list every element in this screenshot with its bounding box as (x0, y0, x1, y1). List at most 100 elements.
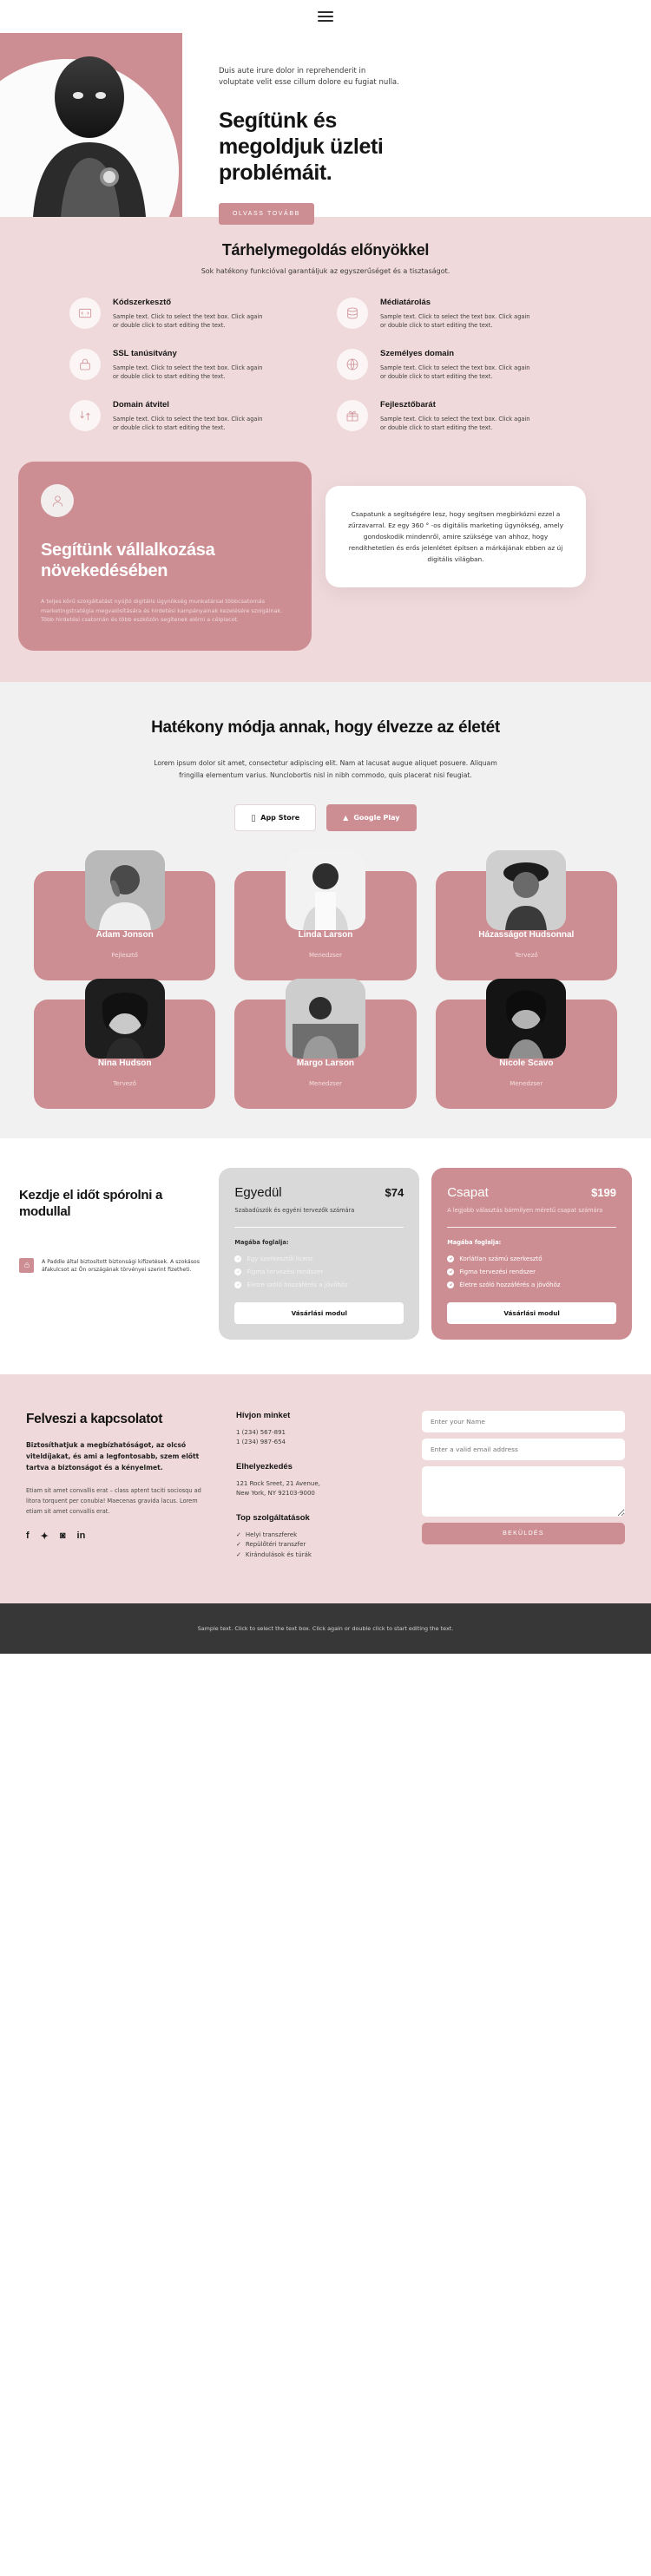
plan-divider (447, 1226, 616, 1228)
team-member-card[interactable]: Nicole Scavo Menedzser (435, 978, 617, 1109)
hero-section: Duis aute irure dolor in reprehenderit i… (0, 33, 651, 225)
service-label: Kirándulások és túrák (245, 1550, 312, 1558)
check-icon (234, 1268, 242, 1275)
hero-image-panel (0, 33, 182, 217)
feature-item[interactable]: SSL tanúsítvány Sample text. Click to se… (69, 349, 314, 381)
plan-description: Szabadúszók és egyéni tervezők számára (234, 1206, 355, 1214)
service-label: Repülőtéri transzfer (245, 1541, 306, 1548)
submit-button[interactable]: BEKÜLDÉS (422, 1522, 625, 1544)
team-member-name: Nicole Scavo (499, 1058, 554, 1068)
feature-title: Fejlesztőbarát (380, 400, 436, 410)
pricing-note-text: A Paddle által biztosított biztonsági ki… (42, 1258, 200, 1274)
feature-body: Sample text. Click to select the text bo… (113, 313, 263, 329)
contact-details-column: Hívjon minket 1 (234) 567-891 1 (234) 98… (236, 1411, 401, 1575)
team-member-photo (486, 978, 567, 1059)
team-member-card[interactable]: Házasságot Hudsonnal Tervező (435, 849, 617, 980)
database-icon (337, 298, 368, 329)
plan-feature-list: Korlátlan számú szerkesztő Figma tervezé… (447, 1255, 616, 1288)
feature-title: SSL tanúsítvány (113, 349, 177, 358)
footer-text: Sample text. Click to select the text bo… (197, 1625, 454, 1632)
team-member-name: Nina Hudson (97, 1058, 152, 1068)
contact-intro-column: Felveszi a kapcsolatot Biztosíthatjuk a … (26, 1411, 215, 1575)
feature-body: Sample text. Click to select the text bo… (113, 364, 263, 380)
lock-icon (19, 1257, 34, 1273)
plan-feature-label: Figma tervezési rendszer (247, 1268, 324, 1275)
page-root: Duis aute irure dolor in reprehenderit i… (0, 0, 651, 1654)
service-label: Helyi transzferek (245, 1531, 298, 1538)
contact-heading: Felveszi a kapcsolatot (26, 1411, 163, 1426)
twitter-icon[interactable]: ✦ (41, 1531, 49, 1542)
plan-description: A legjobb választás bármilyen méretű csa… (447, 1206, 603, 1214)
service-item: ✓ Kirándulások és túrák (236, 1550, 401, 1561)
plan-feature: Egy szerkesztői licenc (234, 1255, 404, 1262)
features-heading: Tárhelymegoldás előnyökkel (221, 241, 430, 259)
apple-icon:  (251, 814, 255, 822)
team-member-role: Tervező (514, 951, 538, 959)
feature-item[interactable]: Fejlesztőbarát Sample text. Click to sel… (337, 400, 582, 432)
plan-buy-button[interactable]: Vásárlási modul (447, 1301, 616, 1324)
footer: Sample text. Click to select the text bo… (0, 1603, 651, 1654)
team-member-photo (84, 849, 165, 930)
pricing-note: A Paddle által biztosított biztonsági ki… (19, 1257, 207, 1275)
plan-feature: Figma tervezési rendszer (447, 1268, 616, 1275)
address-line-2: New York, NY 92103-9000 (236, 1490, 315, 1497)
pricing-plan-card: Csapat $199 A legjobb választás bármilye… (431, 1167, 632, 1340)
plan-name: Egyedül (234, 1184, 282, 1200)
user-avatar-icon (41, 484, 74, 517)
team-member-name: Adam Jonson (95, 929, 154, 940)
email-input[interactable] (422, 1438, 625, 1460)
name-input[interactable] (422, 1410, 625, 1432)
team-member-photo (285, 849, 365, 930)
contact-form-column: BEKÜLDÉS (422, 1410, 625, 1575)
hamburger-menu-icon[interactable] (318, 11, 333, 22)
phone-number-2[interactable]: 1 (234) 987-654 (236, 1438, 401, 1448)
globe-icon (337, 349, 368, 380)
team-member-role: Fejlesztő (111, 951, 138, 959)
services-title: Top szolgáltatások (236, 1512, 310, 1523)
team-member-card[interactable]: Nina Hudson Tervező (34, 978, 216, 1109)
team-section: Adam Jonson Fejlesztő Linda Larson Mened… (0, 849, 651, 1138)
team-member-card[interactable]: Margo Larson Menedzser (234, 978, 417, 1109)
lock-icon (69, 349, 101, 380)
check-icon (447, 1255, 455, 1262)
app-store-button[interactable]:  App Store (234, 803, 317, 831)
hero-cta-button[interactable]: OLVASS TOVÁBB (219, 203, 314, 225)
feature-item[interactable]: Kódszerkesztő Sample text. Click to sele… (69, 298, 314, 330)
services-list: ✓ Helyi transzferek ✓ Repülőtéri transzfer… (236, 1531, 401, 1561)
facebook-icon[interactable]: f (26, 1531, 30, 1542)
team-member-card[interactable]: Linda Larson Menedzser (234, 849, 417, 980)
feature-item[interactable]: Médiatárolás Sample text. Click to selec… (337, 298, 582, 330)
contact-section: Felveszi a kapcsolatot Biztosíthatjuk a … (0, 1373, 651, 1603)
plan-price: $199 (591, 1185, 616, 1199)
hero-portrait-graphic (33, 56, 146, 217)
team-grid: Adam Jonson Fejlesztő Linda Larson Mened… (34, 849, 617, 1109)
features-lead: Sok hatékony funkcióval garantáljuk az e… (201, 267, 450, 275)
plan-feature-label: Egy szerkesztői licenc (247, 1255, 314, 1262)
plan-feature-label: Életre szóló hozzáférés a jövőhöz (459, 1281, 561, 1288)
google-play-label: Google Play (351, 813, 399, 822)
phone-number-1[interactable]: 1 (234) 567-891 (236, 1428, 401, 1439)
feature-body: Sample text. Click to select the text bo… (113, 416, 263, 431)
service-item: ✓ Repülőtéri transzfer (236, 1540, 401, 1550)
message-textarea[interactable] (422, 1465, 625, 1517)
plan-feature-label: Korlátlan számú szerkesztő (459, 1255, 542, 1262)
about-card-text: A teljes körű szolgáltatást nyújtó digit… (41, 598, 283, 623)
pricing-section: Kezdje el időt spórolni a modullal A Pad… (0, 1137, 651, 1374)
plan-buy-button[interactable]: Vásárlási modul (234, 1301, 404, 1324)
team-member-role: Tervező (113, 1079, 136, 1087)
plan-includes-label: Magába foglalja: (234, 1238, 289, 1246)
hero-portrait-photo (7, 47, 172, 217)
feature-item[interactable]: Domain átvitel Sample text. Click to sel… (69, 400, 314, 432)
team-member-role: Menedzser (308, 1079, 343, 1087)
call-us-title: Hívjon minket (236, 1410, 291, 1420)
features-section: Tárhelymegoldás előnyökkel Sok hatékony … (0, 217, 651, 462)
contact-lead: Biztosíthatjuk a megbízhatóságot, az olc… (26, 1440, 200, 1472)
team-member-name: Margo Larson (296, 1058, 355, 1068)
team-member-card[interactable]: Adam Jonson Fejlesztő (34, 849, 216, 980)
instagram-icon[interactable]: ◙ (60, 1531, 66, 1542)
google-play-button[interactable]: ▲ Google Play (326, 803, 417, 831)
feature-item[interactable]: Személyes domain Sample text. Click to s… (337, 349, 582, 381)
feature-title: Személyes domain (380, 349, 455, 358)
feature-body: Sample text. Click to select the text bo… (380, 313, 530, 329)
linkedin-icon[interactable]: in (77, 1531, 86, 1542)
